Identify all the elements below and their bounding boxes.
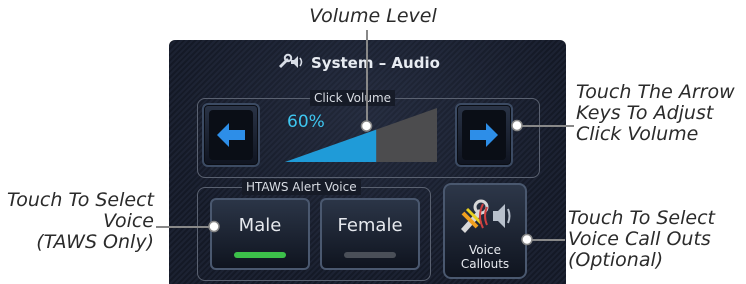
leader-dots (208, 119, 533, 246)
